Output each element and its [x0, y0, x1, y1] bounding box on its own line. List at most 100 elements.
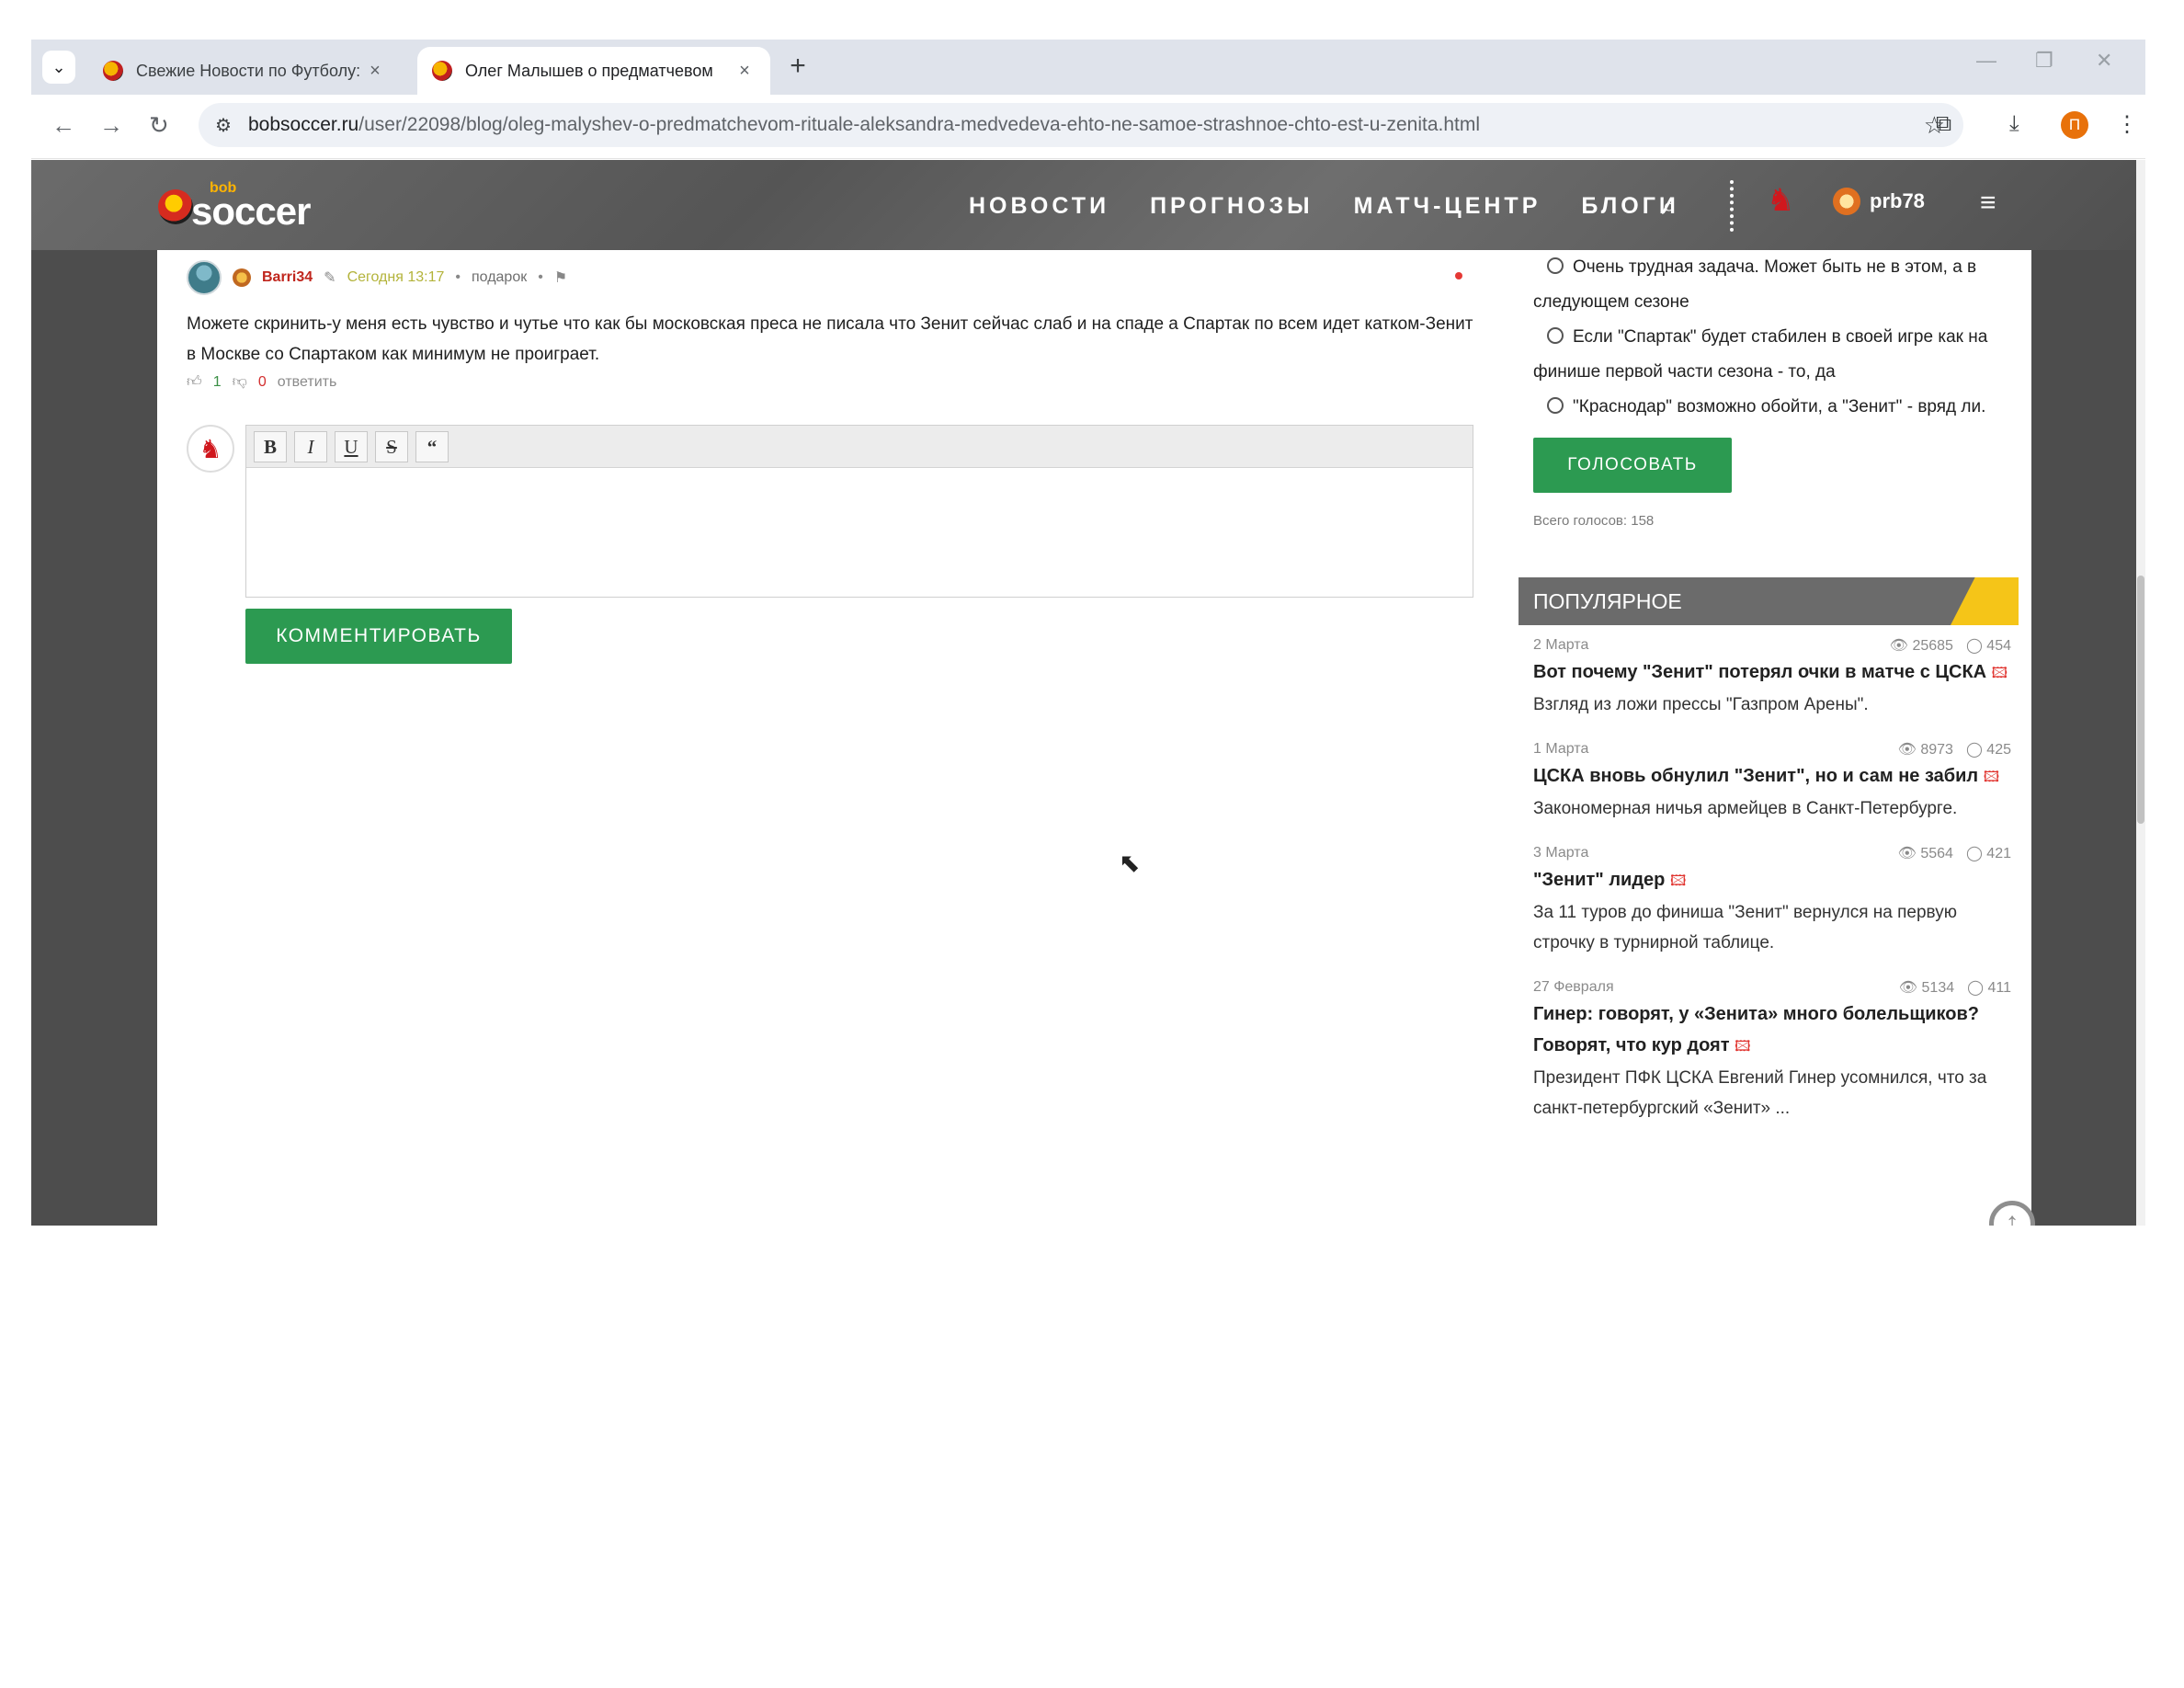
item-description: Президент ПФК ЦСКА Евгений Гинер усомнил…: [1533, 1068, 1987, 1118]
item-stats: 👁︎ 25685 ◯ 454: [1890, 636, 2011, 655]
ball-logo-icon: [158, 189, 193, 224]
page-scrollbar[interactable]: [2136, 160, 2145, 1226]
url-host: bobsoccer.ru: [248, 114, 359, 135]
browser-tab-active[interactable]: Олег Малышев о предматчевом ×: [417, 47, 770, 95]
item-title[interactable]: Вот почему "Зенит" потерял очки в матче …: [1533, 656, 2011, 690]
item-meta: 3 Марта 👁︎ 5564 ◯ 421: [1533, 842, 2011, 864]
browser-tab[interactable]: Свежие Новости по Футболу: И ×: [88, 47, 401, 95]
reply-link[interactable]: ответить: [278, 374, 337, 391]
poll-option[interactable]: "Краснодар" возможно обойти, а "Зенит" -…: [1533, 390, 2011, 425]
item-meta: 2 Марта 👁︎ 25685 ◯ 454: [1533, 634, 2011, 656]
tab-title: Свежие Новости по Футболу: И: [136, 61, 364, 80]
address-bar[interactable]: ⚙ bobsoccer.ru/user/22098/blog/oleg-maly…: [199, 103, 1963, 147]
popular-heading-text: ПОПУЛЯРНОЕ: [1533, 589, 1682, 613]
reload-icon[interactable]: ↻: [149, 111, 169, 140]
views: 👁︎ 5564: [1898, 844, 1953, 862]
rank-badge-icon: [1833, 188, 1860, 215]
item-date: 27 Февраля: [1533, 979, 1614, 995]
image-icon: 🖾: [1735, 1039, 1751, 1055]
list-item[interactable]: 1 Марта 👁︎ 8973 ◯ 425 ЦСКА вновь обнулил…: [1533, 738, 2011, 824]
poll-option-label: Если "Спартак" будет стабилен в своей иг…: [1533, 327, 1988, 382]
item-title[interactable]: "Зенит" лидер 🖾: [1533, 864, 2011, 897]
editor-toolbar: B I U S “: [246, 426, 1473, 468]
eye-icon: 👁︎: [1897, 846, 1917, 861]
list-item[interactable]: 27 Февраля 👁︎ 5134 ◯ 411 Гинер: говорят,…: [1533, 976, 2011, 1123]
back-icon[interactable]: ←: [51, 111, 75, 140]
underline-button[interactable]: U: [335, 431, 368, 462]
views-count: 25685: [1912, 638, 1953, 654]
site-logo[interactable]: bob soccer: [158, 180, 324, 233]
list-item[interactable]: 2 Марта 👁︎ 25685 ◯ 454 Вот почему "Зенит…: [1533, 634, 2011, 720]
poll-option-label: "Краснодар" возможно обойти, а "Зенит" -…: [1573, 397, 1986, 416]
item-title[interactable]: ЦСКА вновь обнулил "Зенит", но и сам не …: [1533, 760, 2011, 793]
comment-textarea[interactable]: [246, 468, 1473, 597]
list-item[interactable]: 3 Марта 👁︎ 5564 ◯ 421 "Зенит" лидер 🖾 За…: [1533, 842, 2011, 958]
close-tab-icon[interactable]: ×: [734, 61, 756, 82]
poll-option-label: Очень трудная задача. Может быть не в эт…: [1533, 257, 1977, 312]
comment-editor: B I U S “: [245, 425, 1473, 598]
main-content: Barri34 ✎ Сегодня 13:17 • подарок • ⚑ Мо…: [157, 250, 1506, 1226]
quote-button[interactable]: “: [415, 431, 449, 462]
horse-avatar-icon[interactable]: ♞: [1767, 182, 1794, 219]
item-description: За 11 туров до финиша "Зенит" вернулся н…: [1533, 903, 1957, 952]
search-icon[interactable]: ⌕: [1662, 191, 1677, 222]
thumbs-up-icon[interactable]: 👍︎: [187, 373, 202, 391]
image-icon: 🖾: [1991, 666, 2008, 681]
avatar[interactable]: [187, 260, 222, 295]
strikethrough-button[interactable]: S: [375, 431, 408, 462]
thumbs-down-icon[interactable]: 👎︎: [233, 373, 247, 391]
username: prb78: [1870, 189, 1925, 212]
close-window-icon[interactable]: ✕: [2096, 49, 2112, 73]
item-title-text: ЦСКА вновь обнулил "Зенит", но и сам не …: [1533, 766, 1979, 786]
item-stats: 👁︎ 5134 ◯ 411: [1899, 978, 2011, 997]
download-icon[interactable]: ⤓: [2009, 111, 2019, 137]
tab-search-button[interactable]: ⌄: [42, 51, 75, 84]
bold-button[interactable]: B: [254, 431, 287, 462]
separator-dot: •: [455, 269, 461, 285]
popular-heading: ПОПУЛЯРНОЕ: [1519, 577, 2019, 625]
like-count: 1: [212, 373, 222, 390]
italic-button[interactable]: I: [294, 431, 327, 462]
menu-kebab-icon[interactable]: ⋮: [2116, 111, 2138, 138]
nav-match-center[interactable]: МАТЧ-ЦЕНТР: [1354, 193, 1541, 220]
restore-icon[interactable]: ❐: [2035, 49, 2053, 73]
forward-icon[interactable]: →: [99, 111, 123, 140]
comments-count: 421: [1986, 846, 2011, 861]
site-info-icon[interactable]: ⚙: [215, 114, 232, 137]
minimize-icon[interactable]: —: [1976, 49, 1996, 73]
radio-button[interactable]: [1547, 397, 1564, 414]
close-tab-icon[interactable]: ×: [364, 61, 386, 82]
item-description: Закономерная ничья армейцев в Санкт-Пете…: [1533, 799, 1958, 818]
popular-list: 2 Марта 👁︎ 25685 ◯ 454 Вот почему "Зенит…: [1533, 634, 2011, 1142]
hamburger-menu-icon[interactable]: ≡: [1980, 188, 1996, 219]
user-menu[interactable]: prb78: [1833, 188, 1925, 215]
comments: ◯ 425: [1966, 740, 2011, 758]
nav-news[interactable]: НОВОСТИ: [969, 193, 1109, 220]
comment-actions: 👍︎ 1 👎︎ 0 ответить: [187, 373, 1473, 391]
dislike-count: 0: [257, 373, 267, 390]
flag-icon[interactable]: ⚑: [554, 268, 567, 287]
radio-button[interactable]: [1547, 327, 1564, 344]
gift-link[interactable]: подарок: [472, 269, 527, 286]
comment-author[interactable]: Barri34: [262, 269, 313, 286]
heading-stripe: [1951, 577, 2019, 625]
whistle-icon: ✎: [324, 270, 336, 286]
poll-option[interactable]: Очень трудная задача. Может быть не в эт…: [1533, 250, 2011, 320]
radio-button[interactable]: [1547, 257, 1564, 274]
comment-time[interactable]: Сегодня 13:17: [347, 269, 445, 286]
submit-comment-button[interactable]: КОММЕНТИРОВАТЬ: [245, 609, 512, 664]
poll-option[interactable]: Если "Спартак" будет стабилен в своей иг…: [1533, 320, 2011, 390]
item-title[interactable]: Гинер: говорят, у «Зенита» много болельщ…: [1533, 998, 2011, 1063]
image-icon: 🖾: [1983, 770, 2000, 785]
site-header: bob soccer НОВОСТИ ПРОГНОЗЫ МАТЧ-ЦЕНТР Б…: [31, 160, 2136, 250]
extensions-icon[interactable]: ⧉: [1936, 111, 1951, 137]
url-text[interactable]: bobsoccer.ru/user/22098/blog/oleg-malysh…: [248, 114, 1480, 136]
new-tab-button[interactable]: +: [783, 52, 813, 82]
vote-button[interactable]: ГОЛОСОВАТЬ: [1533, 438, 1732, 493]
scrollbar-thumb[interactable]: [2137, 576, 2144, 824]
item-date: 2 Марта: [1533, 637, 1589, 653]
nav-predictions[interactable]: ПРОГНОЗЫ: [1150, 193, 1314, 220]
profile-avatar[interactable]: П: [2061, 111, 2088, 139]
item-description: Взгляд из ложи прессы "Газпром Арены".: [1533, 695, 1869, 714]
web-page: bob soccer НОВОСТИ ПРОГНОЗЫ МАТЧ-ЦЕНТР Б…: [31, 160, 2136, 1226]
